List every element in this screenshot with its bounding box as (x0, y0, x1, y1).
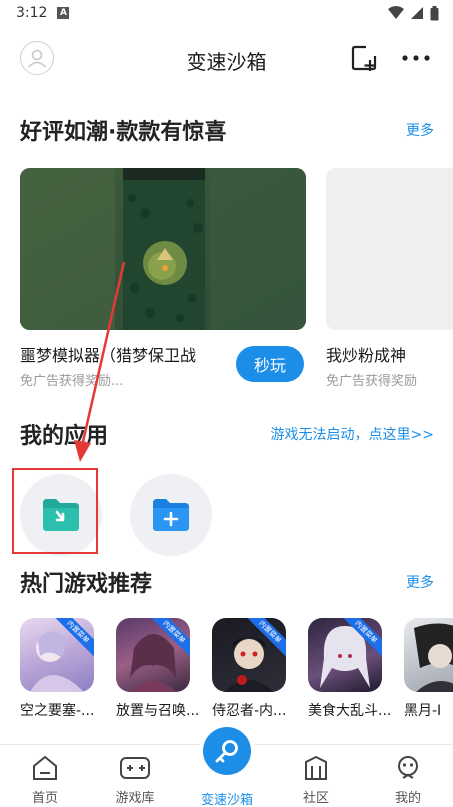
featured-more-link[interactable]: 更多 (406, 120, 434, 140)
featured-title: 好评如潮·款款有惊喜 (20, 120, 227, 145)
hot-games-more-link[interactable]: 更多 (406, 572, 434, 592)
hot-games-title: 热门游戏推荐 (20, 572, 153, 597)
top-bar: 变速沙箱 (0, 38, 453, 82)
my-apps-title: 我的应用 (20, 424, 109, 449)
status-indicators (388, 5, 439, 21)
hot-game-name: 黑月-I (404, 703, 442, 719)
game-icon: 内置菜单 (116, 618, 190, 692)
my-apps-header: 我的应用 游戏无法启动，点这里>> (20, 418, 434, 450)
tab-speed-sandbox[interactable] (203, 727, 251, 775)
add-square-icon (351, 45, 377, 71)
tab-home[interactable]: 首页 (5, 753, 85, 806)
game-icon: 内置菜单 (308, 618, 382, 692)
hot-game-name: 放置与召唤... (116, 703, 198, 719)
game-icon: 内置菜单 (212, 618, 286, 692)
wifi-icon (388, 6, 404, 19)
battery-icon (430, 5, 439, 20)
hot-game-item[interactable]: 内置菜单 美食大乱斗... (308, 618, 390, 720)
tab-game-library[interactable]: 游戏库 (95, 753, 175, 806)
notification-icon: A (57, 7, 70, 19)
tab-label: 游戏库 (115, 791, 155, 806)
status-time: 3:12 (16, 5, 48, 21)
bottom-tab-bar: 首页 游戏库 变速沙箱 社区 我的 (0, 727, 453, 807)
featured-card-image-2[interactable] (326, 168, 453, 330)
hot-game-name: 侍忍者-内... (212, 703, 287, 719)
community-building-icon (305, 755, 327, 780)
gamepad-icon (120, 757, 150, 779)
more-dots-icon (402, 55, 430, 61)
featured-game-sub: 免广告获得奖励... (20, 374, 124, 389)
featured-header: 好评如潮·款款有惊喜 更多 (20, 114, 434, 146)
home-icon (33, 755, 57, 780)
tab-community[interactable]: 社区 (276, 753, 356, 806)
game-icon: 内置菜单 (20, 618, 94, 692)
game-icon (404, 618, 453, 692)
tab-profile[interactable]: 我的 (368, 753, 448, 806)
hot-games-header: 热门游戏推荐 更多 (20, 566, 434, 598)
status-bar: 3:12 A (0, 0, 453, 26)
tab-label: 首页 (31, 791, 58, 806)
hot-game-item[interactable]: 内置菜单 侍忍者-内... (212, 618, 288, 720)
hot-game-name: 美食大乱斗... (308, 703, 390, 719)
page-title: 变速沙箱 (186, 50, 267, 74)
hot-game-item[interactable]: 黑月-I (404, 618, 453, 720)
featured-game-name[interactable]: 噩梦模拟器（猎梦保卫战 (20, 342, 226, 366)
tab-label: 社区 (302, 791, 329, 806)
tab-label-active[interactable]: 变速沙箱 (186, 789, 268, 807)
featured-card-image[interactable] (20, 168, 306, 330)
add-app-button[interactable] (350, 44, 378, 72)
more-options-button[interactable] (400, 44, 432, 72)
game-screenshot (20, 168, 306, 330)
featured-game-sub-2: 免广告获得奖励 (326, 374, 418, 389)
key-icon (215, 740, 238, 763)
hot-game-name: 空之要塞-... (20, 703, 95, 719)
tab-label: 我的 (394, 791, 421, 806)
profile-face-icon (398, 756, 418, 779)
launch-help-link[interactable]: 游戏无法启动，点这里>> (271, 424, 434, 444)
add-app-button[interactable] (130, 474, 212, 556)
signal-icon (411, 7, 423, 19)
hot-game-item[interactable]: 内置菜单 放置与召唤... (116, 618, 198, 720)
folder-add-icon (153, 499, 189, 531)
hot-game-item[interactable]: 内置菜单 空之要塞-... (20, 618, 96, 720)
featured-game-name-2[interactable]: 我炒粉成神 (326, 342, 453, 366)
instant-play-button[interactable]: 秒玩 (236, 346, 304, 382)
highlight-box (12, 468, 98, 554)
